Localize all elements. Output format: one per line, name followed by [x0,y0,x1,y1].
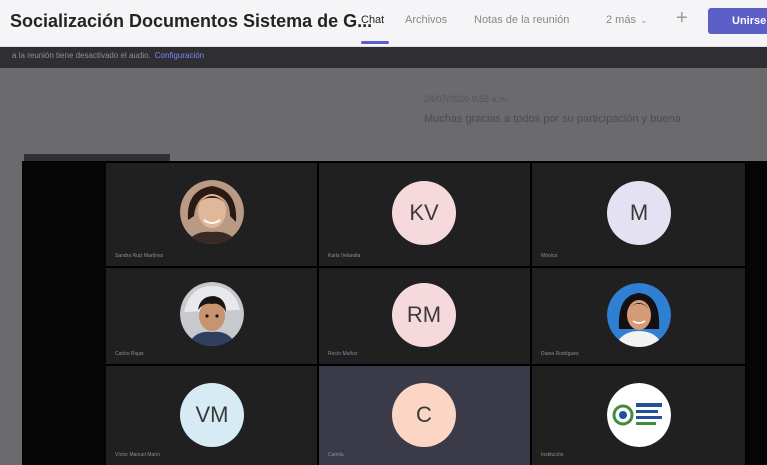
video-gallery: Sandra Ruiz Martínez KV Karla Velandia M… [22,161,767,465]
tab-chat[interactable]: Chat [361,14,384,26]
photo-child-icon [180,282,244,346]
participant-name: Camila [328,452,344,458]
video-left-margin [22,161,106,465]
participant-avatar: M [607,181,671,245]
participant-tile[interactable]: Diana Rodríguez [532,268,745,364]
settings-link[interactable]: Configuración [155,51,204,60]
message-sender: 28/07/2020 9:56 a.m. [424,94,510,104]
participant-avatar: C [392,383,456,447]
organization-logo-icon [607,383,671,447]
participant-name: Diana Rodríguez [541,351,579,357]
participant-tile[interactable]: Institución [532,366,745,465]
tab-more[interactable]: 2 más ⌄ [606,14,648,26]
tab-files[interactable]: Archivos [405,14,447,26]
meeting-header: Socialización Documentos Sistema de G...… [0,0,767,47]
message-text: Muchas gracias a todos por su participac… [424,113,681,125]
participant-tile[interactable]: RM Rocío Muñoz [319,268,530,364]
audio-notice-bar: a la reunión tiene desactivado el audio.… [0,47,767,68]
participant-name: Institución [541,452,564,458]
participant-name: Sandra Ruiz Martínez [115,253,164,259]
tab-meeting-notes-label: Notas de la reunión [474,14,570,26]
participant-avatar: VM [180,383,244,447]
participant-name: Rocío Muñoz [328,351,358,357]
participant-tile-active[interactable]: C Camila [319,366,530,465]
participant-name: Karla Velandia [328,253,361,259]
participant-tile[interactable]: M Mónica [532,163,745,266]
video-right-margin [746,161,767,465]
participant-tile[interactable]: KV Karla Velandia [319,163,530,266]
participant-tile[interactable]: Carlos Rojas [106,268,317,364]
tab-meeting-notes[interactable]: Notas de la reunión [474,14,569,26]
tab-more-label: 2 más [606,14,636,26]
audio-notice-text: a la reunión tiene desactivado el audio. [12,51,151,60]
join-button[interactable]: Unirse [708,8,767,34]
audio-notice: a la reunión tiene desactivado el audio.… [12,51,204,60]
chevron-down-icon: ⌄ [639,15,648,25]
photo-woman-icon [607,283,671,347]
participant-name: Carlos Rojas [115,351,144,357]
participant-avatar: KV [392,181,456,245]
photo-woman-icon [180,180,244,244]
participant-name: Víctor Manuel Marín [115,452,161,458]
participant-avatar: RM [392,283,456,347]
meeting-title: Socialización Documentos Sistema de G... [10,11,373,31]
participant-tile[interactable]: VM Víctor Manuel Marín [106,366,317,465]
participant-name: Mónica [541,253,558,259]
chat-panel: 28/07/2020 9:56 a.m. Muchas gracias a to… [0,68,767,168]
chat-panel-edge [0,168,22,465]
active-tab-indicator [361,41,389,44]
add-tab-icon[interactable]: + [676,8,688,28]
participant-tile[interactable]: Sandra Ruiz Martínez [106,163,317,266]
